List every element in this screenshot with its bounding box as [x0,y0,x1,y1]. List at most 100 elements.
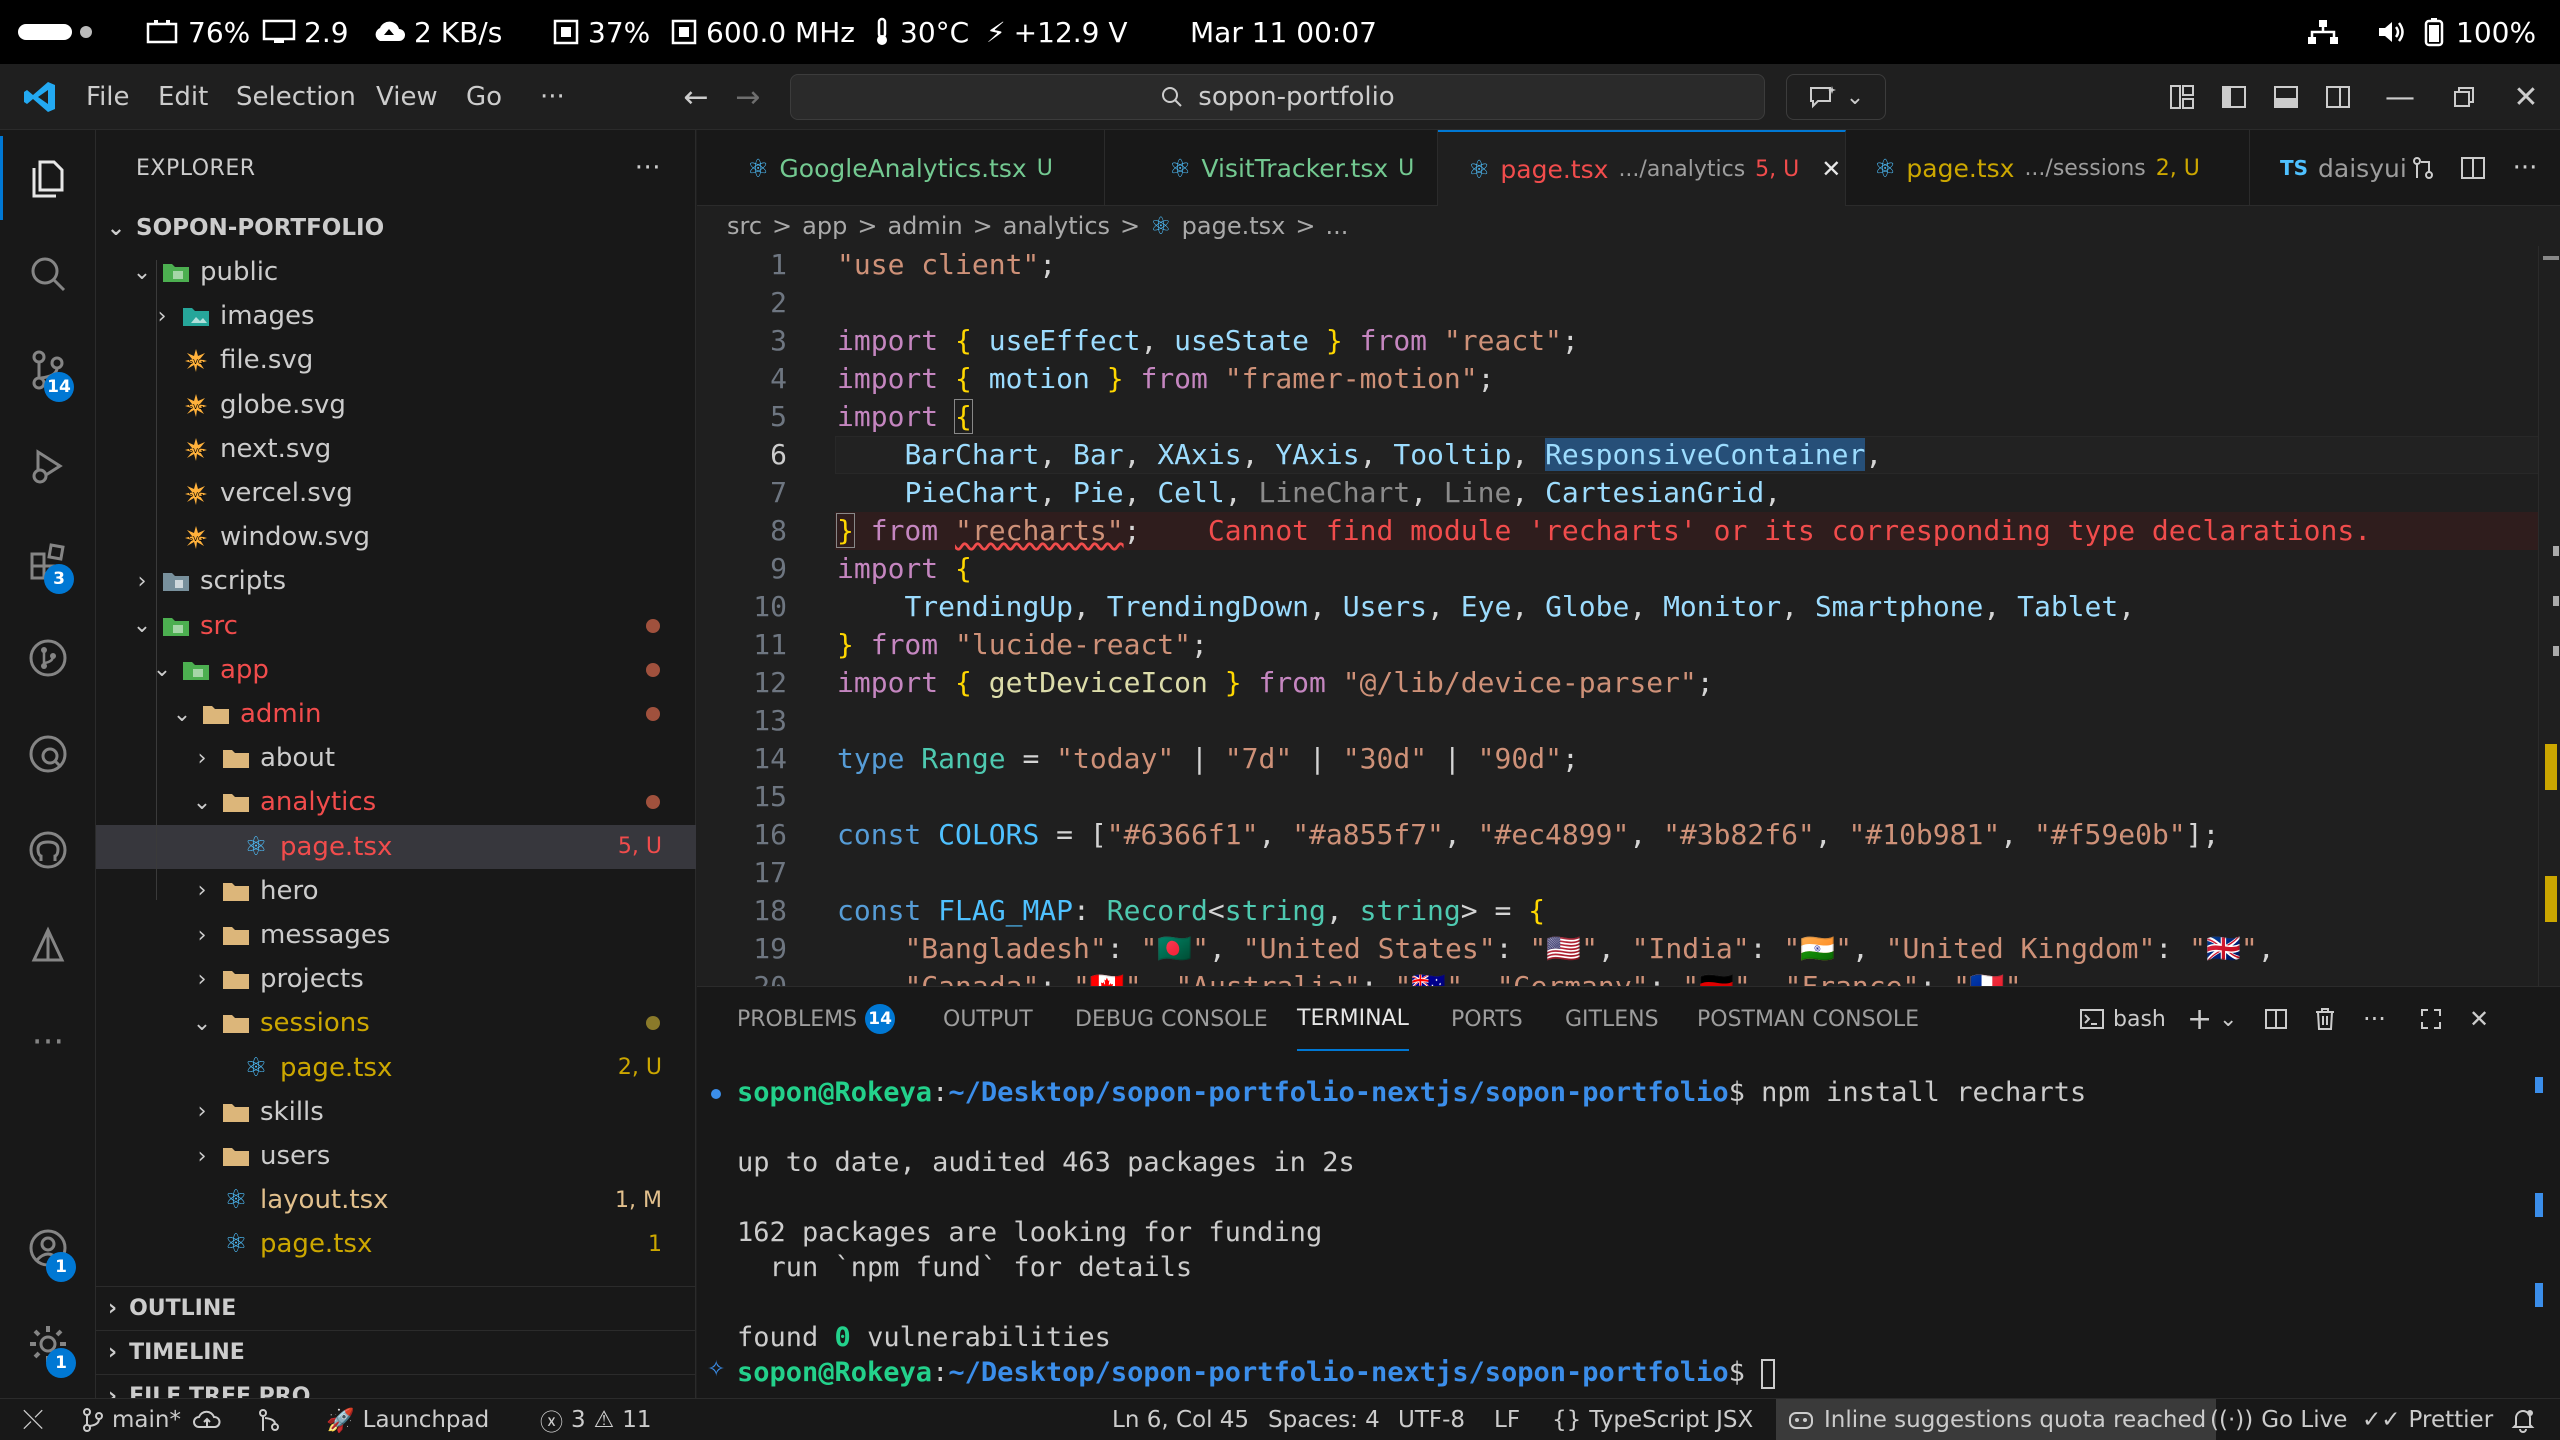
breadcrumb-symbol[interactable]: ... [1325,212,1348,240]
tree-file-item[interactable]: SVG file.svg [96,338,696,382]
tree-folder-item[interactable]: ⌄ app [96,648,696,692]
menu-more[interactable]: ··· [540,64,565,130]
section-outline[interactable]: › OUTLINE [96,1286,696,1330]
tree-folder-item[interactable]: ⌄ analytics [96,780,696,824]
cursor-position[interactable]: Ln 6, Col 45 [1112,1399,1249,1440]
toggle-primary-sidebar-icon[interactable] [2214,64,2254,130]
copilot-status[interactable]: Inline suggestions quota reached [1776,1399,2217,1440]
command-center-search[interactable]: sopon-portfolio [790,74,1765,120]
tab-visittracker[interactable]: ⚛ VisitTracker.tsx U [1105,130,1438,206]
tree-folder-item[interactable]: ⌄ src [96,604,696,648]
back-arrow-icon[interactable]: ← [676,64,716,130]
maximize-panel-icon[interactable] [2419,987,2443,1051]
source-control-icon[interactable]: 14 [0,322,96,418]
code-editor[interactable]: 1234567891011121314151617181920 "use cli… [697,246,2560,986]
run-debug-icon[interactable] [0,418,96,514]
eol[interactable]: LF [1494,1399,1520,1440]
customize-layout-icon[interactable] [2162,64,2202,130]
gitlens-icon[interactable] [0,610,96,706]
tree-folder-item[interactable]: ⌄ sessions [96,1001,696,1045]
menu-edit[interactable]: Edit [158,64,208,130]
breadcrumb-src[interactable]: src [727,212,762,240]
menu-go[interactable]: Go [466,64,502,130]
restore-icon[interactable] [2444,64,2484,130]
tree-file-item[interactable]: ⚛ page.tsx 5, U [96,824,696,869]
breadcrumb-analytics[interactable]: analytics [1003,212,1110,240]
problems-indicator[interactable]: ⓧ 3 ⚠ 11 [540,1399,652,1440]
panel-tab-gitlens[interactable]: GITLENS [1565,987,1659,1051]
tree-file-item[interactable]: SVG next.svg [96,427,696,471]
menu-file[interactable]: File [86,64,130,130]
kill-terminal-icon[interactable] [2313,987,2337,1051]
manage-gear-icon[interactable]: 1 [0,1296,96,1392]
menu-selection[interactable]: Selection [236,64,356,130]
panel-tab-postman-console[interactable]: POSTMAN CONSOLE [1697,987,1919,1051]
toggle-panel-icon[interactable] [2266,64,2306,130]
menu-view[interactable]: View [376,64,438,130]
tree-folder-item[interactable]: ⌄ public [96,250,696,294]
tree-folder-item[interactable]: ⌄ admin [96,692,696,736]
network-icon[interactable] [2306,0,2340,64]
prettier-status[interactable]: ✓✓ Prettier [2362,1399,2493,1440]
tree-folder-item[interactable]: › skills [96,1090,696,1134]
close-panel-icon[interactable]: ✕ [2469,987,2489,1051]
open-changes-icon[interactable] [2403,130,2443,206]
branch-indicator[interactable]: main* [82,1399,181,1440]
encoding[interactable]: UTF-8 [1398,1399,1465,1440]
tab-sessions-page[interactable]: ⚛ page.tsx .../sessions 2, U [1846,130,2250,206]
panel-tab-output[interactable]: OUTPUT [943,987,1033,1051]
section-timeline[interactable]: › TIMELINE [96,1330,696,1374]
tree-folder-item[interactable]: › images [96,294,696,338]
terminal-shell-selector[interactable]: bash [2079,987,2166,1051]
panel-tab-terminal[interactable]: TERMINAL [1297,987,1409,1051]
terminal-line-prompt[interactable]: sopon@Rokeya:~/Desktop/sopon-portfolio-n… [737,1355,1776,1391]
explorer-icon[interactable] [0,130,96,226]
forward-arrow-icon[interactable]: → [728,64,768,130]
notifications-bell-icon[interactable] [2510,1399,2536,1440]
extensions-icon[interactable]: 3 [0,514,96,610]
explorer-more-button[interactable]: ··· [635,153,661,183]
panel-tab-debug-console[interactable]: DEBUG CONSOLE [1075,987,1268,1051]
tree-folder-item[interactable]: › users [96,1134,696,1178]
tree-folder-item[interactable]: › hero [96,869,696,913]
language-mode[interactable]: {} TypeScript JSX [1552,1399,1753,1440]
indentation[interactable]: Spaces: 4 [1268,1399,1380,1440]
tab-close-icon[interactable]: ✕ [1821,155,1841,183]
new-terminal-icon[interactable]: + [2187,987,2212,1051]
breadcrumb-file[interactable]: page.tsx [1182,212,1286,240]
more-views-icon[interactable]: ··· [0,994,96,1090]
volume-icon[interactable] [2376,0,2408,64]
explorer-root-folder[interactable]: ⌄ SOPON-PORTFOLIO [96,206,696,250]
overview-ruler[interactable] [2538,246,2560,986]
search-icon[interactable] [0,226,96,322]
panel-more-icon[interactable]: ··· [2363,987,2386,1051]
tree-folder-item[interactable]: › about [96,736,696,780]
workspace-indicator[interactable] [18,0,92,64]
deploy-icon[interactable] [0,898,96,994]
gitlens-graph-icon[interactable] [256,1399,282,1440]
toggle-secondary-sidebar-icon[interactable] [2318,64,2358,130]
clock[interactable]: Mar 11 00:07 [1190,0,1377,64]
tree-file-item[interactable]: ⚛ page.tsx 2, U [96,1046,696,1090]
breadcrumb-admin[interactable]: admin [887,212,962,240]
split-terminal-icon[interactable] [2263,987,2289,1051]
battery-status[interactable]: 100% [2420,0,2536,64]
minimize-icon[interactable]: — [2380,64,2420,130]
sync-icon[interactable] [192,1399,222,1440]
tree-folder-item[interactable]: › scripts [96,559,696,603]
accounts-icon[interactable]: 1 [0,1200,96,1296]
tree-file-item[interactable]: SVG window.svg [96,515,696,559]
breadcrumb-app[interactable]: app [802,212,847,240]
panel-tab-problems[interactable]: PROBLEMS 14 [737,987,896,1051]
tree-file-item[interactable]: SVG vercel.svg [96,471,696,515]
tree-folder-item[interactable]: › messages [96,913,696,957]
split-editor-icon[interactable] [2453,130,2493,206]
chevron-down-icon[interactable]: ⌄ [2219,987,2237,1051]
close-window-icon[interactable]: ✕ [2506,64,2546,130]
tab-analytics-page[interactable]: ⚛ page.tsx .../analytics 5, U ✕ [1438,130,1846,206]
copilot-chat-button[interactable]: ⌄ [1786,74,1886,120]
tree-file-item[interactable]: SVG globe.svg [96,383,696,427]
go-live-button[interactable]: ((·)) Go Live [2210,1399,2347,1440]
tree-file-item[interactable]: ⚛ layout.tsx 1, M [96,1178,696,1222]
gitlens-inspect-icon[interactable] [0,706,96,802]
